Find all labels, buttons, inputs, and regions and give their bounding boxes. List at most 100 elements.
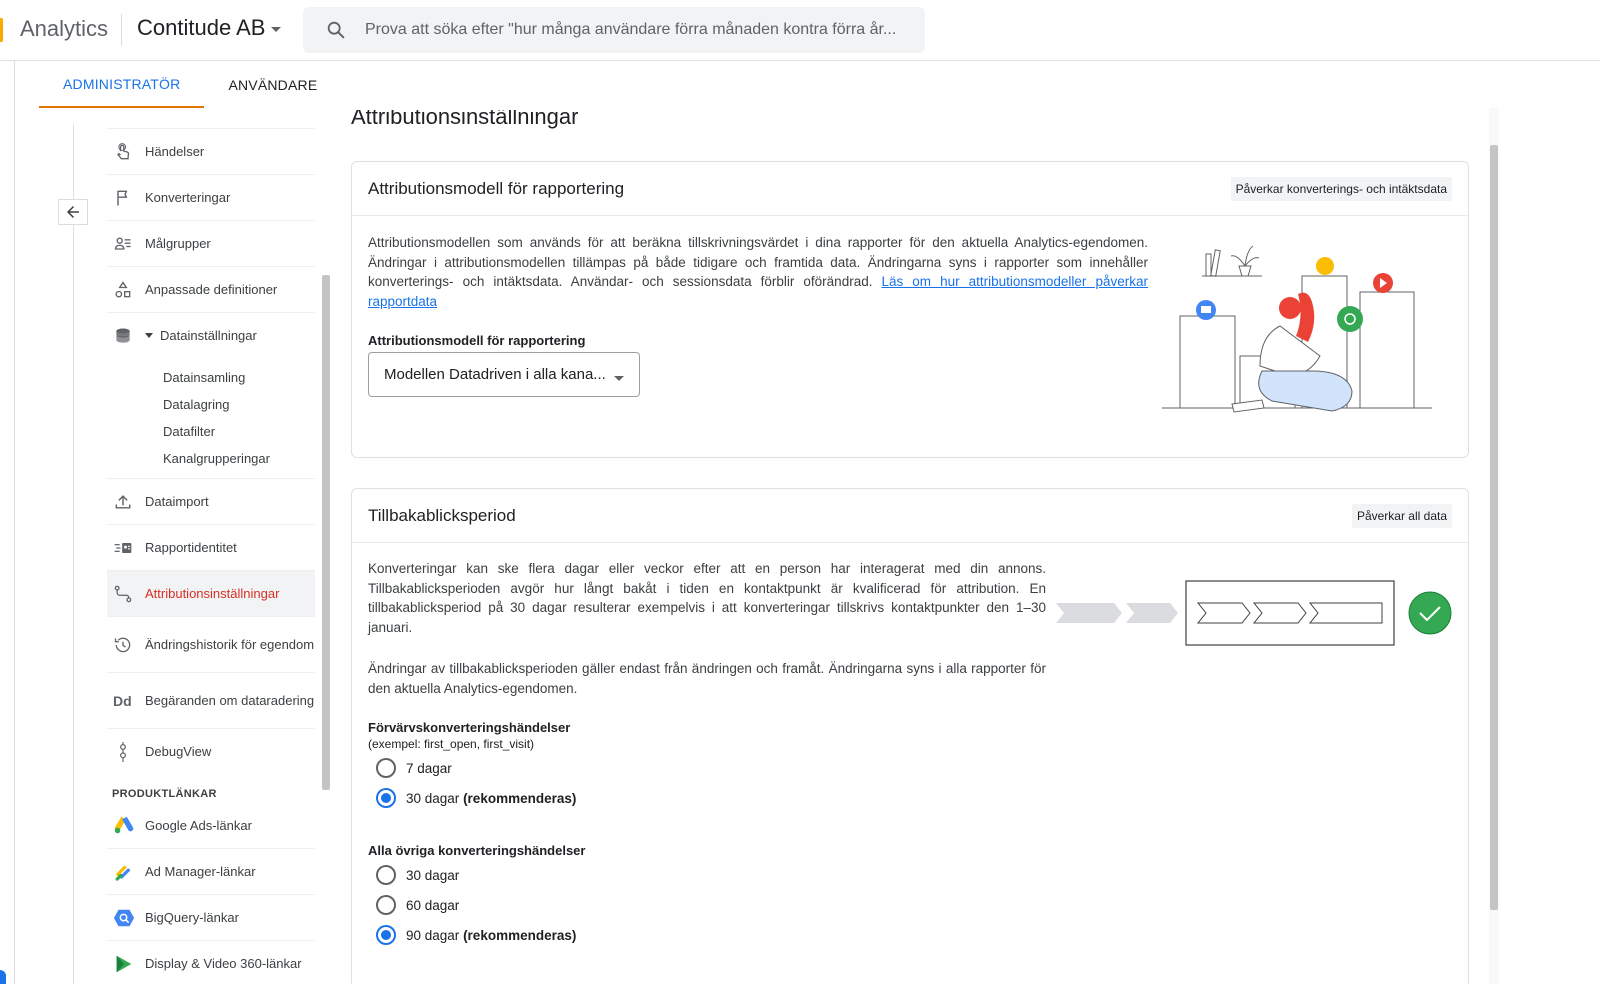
sidebar-item-attribution-settings[interactable]: Attributionsinställningar xyxy=(107,570,315,616)
account-selector[interactable]: Contitude AB xyxy=(137,15,282,41)
sidebar-scrollbar[interactable] xyxy=(322,275,330,790)
other-events-radio-group: 30 dagar 60 dagar 90 dagar (rekommendera… xyxy=(376,860,576,950)
admin-tabs: ADMINISTRATÖR ANVÄNDARE xyxy=(39,62,341,108)
sidebar-item-google-ads-links[interactable]: Google Ads-länkar xyxy=(107,802,315,848)
attribution-model-select[interactable]: Modellen Datadriven i alla kana... xyxy=(368,352,640,397)
top-bar: Analytics Contitude AB xyxy=(0,0,1600,61)
acquisition-events-example: (exempel: first_open, first_visit) xyxy=(368,737,535,751)
nav-rail-divider xyxy=(73,124,74,984)
recommended-label: (rekommenderas) xyxy=(463,927,577,943)
sidebar-item-label: Attributionsinställningar xyxy=(145,586,280,601)
radio-option-30-days[interactable]: 30 dagar xyxy=(376,860,576,890)
flag-icon xyxy=(107,188,145,208)
admin-sidebar: Händelser Konverteringar Målgrupper Anpa… xyxy=(107,128,315,984)
sidebar-item-audiences[interactable]: Målgrupper xyxy=(107,220,315,266)
help-fab-edge[interactable] xyxy=(0,970,6,984)
brand-edge xyxy=(0,18,3,42)
card-header: Tillbakablicksperiod Påverkar all data xyxy=(352,489,1468,543)
sidebar-item-display-video-links[interactable]: Display & Video 360-länkar xyxy=(107,940,315,984)
tab-administrator[interactable]: ADMINISTRATÖR xyxy=(39,62,205,108)
chevron-down-icon xyxy=(614,376,624,381)
history-icon xyxy=(107,635,145,655)
radio-option-30-days[interactable]: 30 dagar (rekommenderas) xyxy=(376,783,576,813)
touch-icon xyxy=(107,142,145,162)
product-links-heading: PRODUKTLÄNKAR xyxy=(112,788,217,800)
acquisition-radio-group: 7 dagar 30 dagar (rekommenderas) xyxy=(376,753,576,813)
radio-option-90-days[interactable]: 90 dagar (rekommenderas) xyxy=(376,920,576,950)
sidebar-subitem-data-collection[interactable]: Datainsamling xyxy=(107,364,315,391)
sidebar-item-conversions[interactable]: Konverteringar xyxy=(107,174,315,220)
sidebar-item-label: Datainställningar xyxy=(160,328,257,343)
radio-option-60-days[interactable]: 60 dagar xyxy=(376,890,576,920)
page-title: Attributionsinställningar xyxy=(351,110,579,129)
sidebar-item-label: Google Ads-länkar xyxy=(145,817,252,833)
card-header: Attributionsmodell för rapportering Påve… xyxy=(352,162,1468,216)
main-scrollbar[interactable] xyxy=(1490,145,1498,910)
expand-caret-icon xyxy=(145,333,153,338)
radio-button[interactable] xyxy=(376,895,396,915)
sidebar-item-bigquery-links[interactable]: BigQuery-länkar xyxy=(107,894,315,940)
sidebar-item-label: Ändringshistorik för egendom xyxy=(145,636,315,652)
model-description: Attributionsmodellen som används för att… xyxy=(368,235,1148,309)
radio-button[interactable] xyxy=(376,758,396,778)
attribution-icon xyxy=(107,584,145,604)
sidebar-subitem-channel-groups[interactable]: Kanalgrupperingar xyxy=(107,445,315,472)
ad-manager-icon xyxy=(107,861,145,883)
recommended-label: (rekommenderas) xyxy=(463,790,577,806)
sidebar-item-debugview[interactable]: DebugView xyxy=(107,728,315,774)
app-name[interactable]: Analytics xyxy=(20,16,108,42)
sidebar-item-label: Konverteringar xyxy=(145,190,231,205)
sidebar-item-data-settings[interactable]: Datainställningar xyxy=(107,312,315,358)
radio-label: 30 dagar xyxy=(406,867,460,883)
attribution-illustration xyxy=(1162,245,1432,413)
attribution-model-card: Attributionsmodell för rapportering Påve… xyxy=(351,161,1469,458)
sidebar-item-ad-manager-links[interactable]: Ad Manager-länkar xyxy=(107,848,315,894)
radio-label: 7 dagar xyxy=(406,760,452,776)
sidebar-item-label: Dataimport xyxy=(145,494,209,509)
left-rail xyxy=(14,61,15,984)
bigquery-icon xyxy=(107,907,145,929)
sidebar-item-label: Display & Video 360-länkar xyxy=(145,956,302,971)
sidebar-item-events[interactable]: Händelser xyxy=(107,128,315,174)
radio-label: 30 dagar xyxy=(406,790,460,806)
audience-icon xyxy=(107,234,145,254)
arrow-back-icon xyxy=(67,206,79,218)
header-divider xyxy=(121,14,122,46)
lookback-illustration xyxy=(1056,580,1452,646)
radio-label: 90 dagar xyxy=(406,927,460,943)
google-ads-icon xyxy=(107,814,145,836)
sidebar-item-change-history[interactable]: Ändringshistorik för egendom xyxy=(107,616,315,672)
impact-chip: Påverkar all data xyxy=(1351,503,1452,528)
sidebar-item-report-identity[interactable]: Rapportidentitet xyxy=(107,524,315,570)
radio-option-7-days[interactable]: 7 dagar xyxy=(376,753,576,783)
card-title: Attributionsmodell för rapportering xyxy=(368,178,625,198)
impact-chip: Påverkar konverterings- och intäktsdata xyxy=(1230,176,1452,201)
lookback-change-note: Ändringar av tillbakablicksperioden gäll… xyxy=(368,661,1046,696)
other-events-label: Alla övriga konverteringshändelser xyxy=(368,843,586,858)
sidebar-subitem-data-filters[interactable]: Datafilter xyxy=(107,418,315,445)
collapse-back-button[interactable] xyxy=(58,199,88,225)
dd-icon: Dd xyxy=(113,692,132,709)
sidebar-item-label: Anpassade definitioner xyxy=(145,282,278,297)
radio-button-selected[interactable] xyxy=(376,788,396,808)
sidebar-item-label: Rapportidentitet xyxy=(145,540,237,555)
sidebar-item-data-import[interactable]: Dataimport xyxy=(107,478,315,524)
database-icon xyxy=(107,326,145,346)
sidebar-item-label: Begäranden om dataradering xyxy=(145,692,315,708)
search-bar[interactable] xyxy=(303,7,925,53)
radio-button[interactable] xyxy=(376,865,396,885)
search-icon xyxy=(327,21,345,39)
sidebar-item-label: BigQuery-länkar xyxy=(145,910,239,925)
radio-button-selected[interactable] xyxy=(376,925,396,945)
select-value: Modellen Datadriven i alla kana... xyxy=(384,366,606,383)
sidebar-subitem-data-retention[interactable]: Datalagring xyxy=(107,391,315,418)
sidebar-item-label: DebugView xyxy=(145,744,212,759)
sidebar-item-label: Målgrupper xyxy=(145,236,211,251)
sidebar-item-custom-definitions[interactable]: Anpassade definitioner xyxy=(107,266,315,312)
debug-icon xyxy=(107,741,145,763)
sidebar-item-data-deletion[interactable]: Dd Begäranden om dataradering xyxy=(107,672,315,728)
tab-users[interactable]: ANVÄNDARE xyxy=(204,62,341,108)
radio-label: 60 dagar xyxy=(406,897,460,913)
search-input[interactable] xyxy=(365,21,925,39)
sidebar-item-label: Ad Manager-länkar xyxy=(145,864,256,879)
